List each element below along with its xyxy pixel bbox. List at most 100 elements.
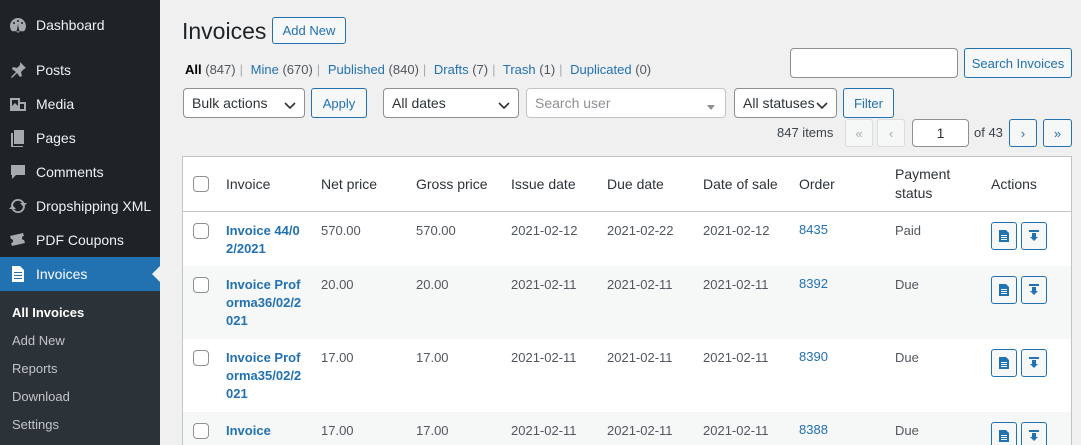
date-of-sale: 2021-02-11 (703, 423, 769, 438)
row-checkbox[interactable] (193, 277, 209, 293)
dates-value: All dates (392, 95, 446, 111)
invoice-link[interactable]: Invoice 44/02/2021 (226, 222, 306, 258)
order-link[interactable]: 8388 (799, 422, 828, 437)
order-link[interactable]: 8390 (799, 349, 828, 364)
menu-item-dropshipping-xml[interactable]: Dropshipping XML (0, 189, 160, 223)
submenu-settings[interactable]: Settings (12, 417, 59, 432)
view-count: (840) (388, 62, 419, 77)
table-row: Invoice Proforma35/02/2021 17.00 17.00 2… (183, 339, 1071, 412)
document-icon (999, 284, 1009, 296)
column-header-invoice[interactable]: Invoice (226, 175, 270, 194)
dashboard-icon (0, 15, 36, 35)
menu-item-comments[interactable]: Comments (0, 155, 160, 189)
submenu-all-invoices[interactable]: All Invoices (12, 305, 84, 320)
document-icon (0, 264, 36, 284)
menu-item-media[interactable]: Media (0, 87, 160, 121)
date-of-sale: 2021-02-11 (703, 277, 769, 292)
filter-button[interactable]: Filter (843, 88, 894, 118)
last-page-button[interactable]: » (1043, 119, 1072, 147)
view-document-button[interactable] (991, 222, 1017, 250)
search-invoices-button[interactable]: Search Invoices (964, 48, 1072, 78)
menu-item-dashboard[interactable]: Dashboard (0, 8, 160, 42)
apply-button[interactable]: Apply (311, 88, 367, 118)
table-row: Invoice 44/02/2021 570.00 570.00 2021-02… (183, 212, 1071, 266)
order-link[interactable]: 8392 (799, 276, 828, 291)
first-page-button[interactable]: « (845, 119, 873, 147)
gross-price: 17.00 (416, 350, 449, 365)
column-header-net-price[interactable]: Net price (321, 175, 377, 194)
submenu-download[interactable]: Download (12, 389, 70, 404)
net-price: 17.00 (321, 423, 354, 438)
gross-price: 570.00 (416, 223, 456, 238)
search-user-select[interactable]: Search user (526, 88, 726, 118)
select-all-checkbox[interactable] (193, 176, 209, 192)
order-link[interactable]: 8435 (799, 222, 828, 237)
total-pages: of 43 (974, 125, 1003, 140)
row-checkbox[interactable] (193, 223, 209, 239)
search-input[interactable] (790, 48, 958, 78)
menu-item-invoices[interactable]: Invoices (0, 257, 160, 291)
download-button[interactable] (1021, 222, 1047, 250)
view-mine[interactable]: Mine (251, 62, 279, 77)
column-header-gross-price[interactable]: Gross price (416, 175, 488, 194)
due-date: 2021-02-11 (607, 277, 673, 292)
bulk-actions-select[interactable]: Bulk actions (183, 88, 305, 118)
column-header-date-of-sale[interactable]: Date of sale (703, 175, 778, 194)
view-trash[interactable]: Trash (503, 62, 536, 77)
column-header-order[interactable]: Order (799, 175, 835, 194)
refresh-icon (0, 196, 36, 216)
column-header-issue-date[interactable]: Issue date (511, 175, 576, 194)
menu-item-pdf-coupons[interactable]: PDF Coupons (0, 223, 160, 257)
download-button[interactable] (1021, 276, 1047, 304)
view-drafts[interactable]: Drafts (434, 62, 469, 77)
net-price: 20.00 (321, 277, 354, 292)
payment-status: Due (895, 350, 919, 365)
view-document-button[interactable] (991, 276, 1017, 304)
invoice-link[interactable]: Invoice Proforma36/02/2021 (226, 276, 306, 330)
view-count: (1) (539, 62, 556, 77)
column-header-payment-status[interactable]: Payment status (895, 165, 965, 203)
net-price: 17.00 (321, 350, 354, 365)
net-price: 570.00 (321, 223, 361, 238)
date-of-sale: 2021-02-12 (703, 223, 770, 238)
invoices-submenu: All Invoices Add New Reports Download Se… (0, 291, 160, 445)
add-new-button[interactable]: Add New (272, 17, 346, 44)
view-document-button[interactable] (991, 422, 1017, 445)
download-button[interactable] (1021, 422, 1047, 445)
current-page-input[interactable] (912, 119, 969, 147)
column-header-due-date[interactable]: Due date (607, 175, 664, 194)
menu-item-label: Dashboard (36, 17, 105, 33)
download-icon (1029, 230, 1039, 241)
submenu-add-new[interactable]: Add New (12, 333, 65, 348)
previous-page-button[interactable]: ‹ (877, 119, 905, 147)
download-button[interactable] (1021, 349, 1047, 377)
column-header-actions: Actions (991, 176, 1037, 192)
caret-down-icon (705, 100, 717, 110)
page-icon (0, 128, 36, 148)
issue-date: 2021-02-11 (511, 350, 577, 365)
menu-item-pages[interactable]: Pages (0, 121, 160, 155)
due-date: 2021-02-11 (607, 350, 673, 365)
view-document-button[interactable] (991, 349, 1017, 377)
invoice-link[interactable]: Invoice Proforma35/02/2021 (226, 349, 306, 403)
menu-item-posts[interactable]: Posts (0, 53, 160, 87)
media-icon (0, 94, 36, 114)
view-duplicated[interactable]: Duplicated (570, 62, 631, 77)
table-row: Invoice Proforma36/02/2021 20.00 20.00 2… (183, 266, 1071, 339)
invoices-table: Invoice Net price Gross price Issue date… (182, 156, 1072, 445)
statuses-select[interactable]: All statuses (734, 88, 837, 118)
payment-status: Paid (895, 223, 922, 238)
view-all[interactable]: All (185, 62, 202, 77)
invoice-link[interactable]: Invoice (226, 422, 306, 440)
page-title: Invoices (182, 18, 267, 44)
next-page-button[interactable]: › (1009, 119, 1037, 147)
comment-icon (0, 162, 36, 182)
menu-item-label: Dropshipping XML (36, 198, 152, 214)
row-checkbox[interactable] (193, 423, 209, 439)
download-icon (1029, 357, 1039, 368)
view-published[interactable]: Published (328, 62, 385, 77)
row-checkbox[interactable] (193, 350, 209, 366)
dates-select[interactable]: All dates (383, 88, 519, 118)
submenu-reports[interactable]: Reports (12, 361, 58, 376)
payment-status: Due (895, 277, 919, 292)
